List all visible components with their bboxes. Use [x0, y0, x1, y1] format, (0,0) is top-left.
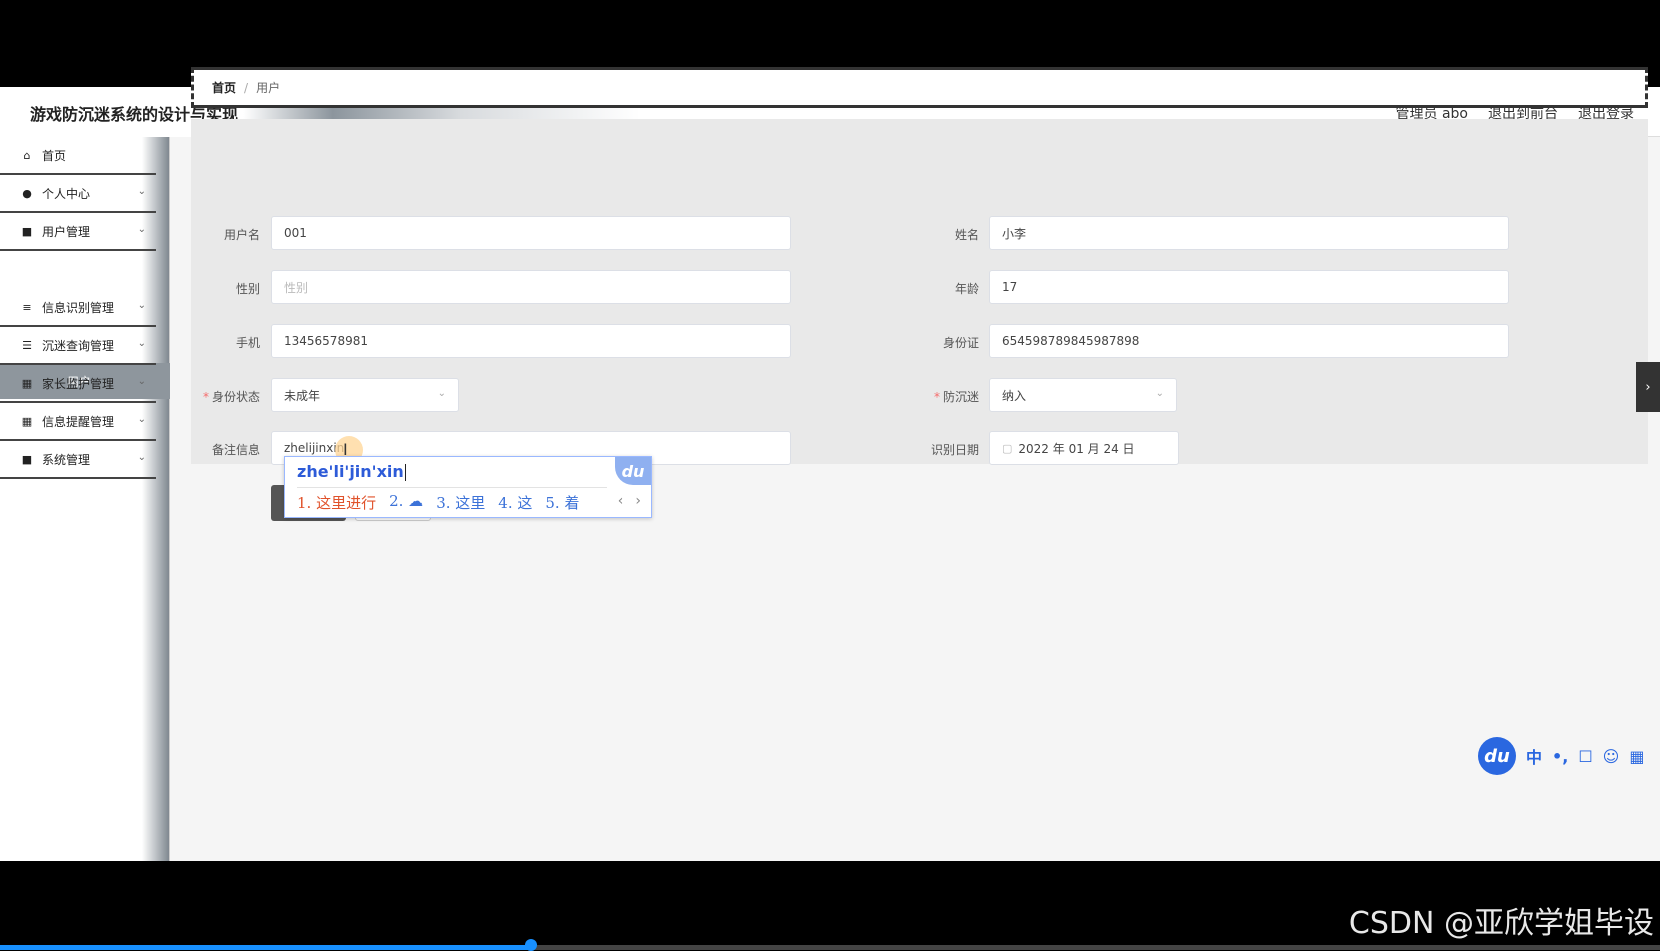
phone-input[interactable]: 13456578981 — [271, 324, 791, 358]
sidebar-item-label: 系统管理 — [42, 452, 91, 467]
chevron-down-icon: ⌄ — [137, 186, 146, 197]
ime-candidate-popup: zhe'li'jin'xin du 1. 这里进行 2. ☁ 3. 这里 4. … — [284, 456, 652, 518]
anti-addiction-select-value: 纳入 — [1002, 388, 1027, 403]
status-select-value: 未成年 — [284, 388, 321, 403]
video-progress-fill — [0, 945, 532, 950]
idcard-input[interactable]: 654598789845987898 — [989, 324, 1509, 358]
idcard-label: 身份证 — [942, 336, 979, 350]
breadcrumb: 首页 / 用户 — [191, 67, 1648, 108]
ime-chinese-mode-icon[interactable]: 中 — [1526, 744, 1542, 768]
gender-label: 性别 — [235, 282, 260, 296]
ime-user-icon[interactable]: ☺ — [1603, 747, 1620, 766]
name-input[interactable]: 小李 — [989, 216, 1509, 250]
grid-icon: ▦ — [21, 414, 33, 428]
ime-candidate[interactable]: 3. 这里 — [436, 492, 485, 513]
ime-composition-text: zhe'li'jin'xin — [297, 462, 404, 481]
chevron-left-icon[interactable]: ‹ — [618, 493, 624, 509]
ime-toolbar-logo-icon[interactable]: du — [1478, 737, 1516, 775]
sidebar-item-user-management[interactable]: ■ 用户管理 ⌄ — [0, 213, 156, 251]
username-input[interactable]: 001 — [271, 216, 791, 250]
sidebar-item-label: 沉迷查询管理 — [42, 338, 115, 353]
age-label: 年龄 — [954, 282, 979, 296]
date-picker[interactable]: ▢ 2022 年 01 月 24 日 — [989, 431, 1179, 465]
sidebar-item-info-recognition[interactable]: ≡ 信息识别管理 ⌄ — [0, 289, 156, 327]
ime-candidate-list: 1. 这里进行 2. ☁ 3. 这里 4. 这 5. 着 — [297, 492, 579, 513]
sidebar-item-label: 个人中心 — [42, 186, 91, 201]
ime-punctuation-icon[interactable]: •, — [1552, 747, 1568, 766]
ime-logo-icon: du — [615, 457, 651, 485]
anti-addiction-select[interactable]: 纳入 ⌄ — [989, 378, 1177, 412]
age-input[interactable]: 17 — [989, 270, 1509, 304]
sidebar-item-label: 首页 — [42, 148, 67, 163]
person-icon: ● — [22, 186, 32, 200]
side-expand-tab[interactable]: › — [1636, 362, 1660, 412]
status-label: * 身份状态 — [160, 388, 260, 405]
calendar-icon: ▢ — [1002, 441, 1013, 455]
sidebar-item-home[interactable]: ⌂ 首页 — [0, 137, 156, 175]
chevron-down-icon: ⌄ — [137, 452, 146, 463]
sliders-icon: ☰ — [22, 338, 32, 352]
anti-addiction-label-text: 防沉迷 — [942, 390, 979, 404]
sidebar-item-label: 家长监护管理 — [42, 376, 115, 391]
home-icon: ⌂ — [23, 148, 31, 162]
sidebar-item-label: 用户管理 — [42, 224, 91, 239]
chevron-down-icon: ⌄ — [137, 376, 146, 387]
anti-addiction-label: * 防沉迷 — [879, 388, 979, 405]
sidebar-item-label: 信息识别管理 — [42, 300, 115, 315]
chevron-down-icon: ⌄ — [137, 224, 146, 235]
ime-candidate[interactable]: 2. ☁ — [389, 492, 423, 513]
list-icon: ≡ — [22, 300, 32, 314]
sidebar-item-addiction-query[interactable]: ☰ 沉迷查询管理 ⌄ — [0, 327, 156, 365]
user-manage-icon: ■ — [21, 224, 33, 238]
chevron-down-icon: ⌄ — [137, 414, 146, 425]
ime-divider — [297, 487, 607, 488]
ime-candidate[interactable]: 5. 着 — [545, 492, 579, 513]
chevron-right-icon[interactable]: › — [635, 493, 641, 509]
date-label: 识别日期 — [930, 443, 979, 457]
name-label: 姓名 — [954, 228, 979, 242]
ime-page-nav: ‹ › — [618, 493, 641, 509]
phone-label: 手机 — [235, 336, 260, 350]
date-picker-value: 2022 年 01 月 24 日 — [1018, 441, 1135, 456]
remark-label: 备注信息 — [211, 443, 260, 457]
breadcrumb-separator: / — [244, 80, 249, 95]
watermark: CSDN @亚欣学姐毕设 — [1348, 906, 1654, 941]
chevron-down-icon: ⌄ — [137, 338, 146, 349]
sidebar-item-info-reminder[interactable]: ▦ 信息提醒管理 ⌄ — [0, 403, 156, 441]
chevron-down-icon: ⌄ — [137, 300, 146, 311]
status-select[interactable]: 未成年 ⌄ — [271, 378, 459, 412]
required-mark: * — [202, 390, 209, 404]
chevron-down-icon: ⌄ — [1155, 388, 1164, 399]
ime-grid-icon[interactable]: ▦ — [1629, 747, 1644, 766]
breadcrumb-home[interactable]: 首页 — [212, 79, 236, 96]
sidebar-item-label: 信息提醒管理 — [42, 414, 115, 429]
ime-toolbar: du 中 •, ☐ ☺ ▦ — [1478, 737, 1644, 775]
sidebar-item-parental-monitor[interactable]: ▦ 家长监护管理 ⌄ — [0, 365, 156, 403]
video-progress-bar[interactable] — [0, 945, 1660, 950]
sidebar: ⌂ 首页 ● 个人中心 ⌄ ■ 用户管理 ⌄ 用户 ≡ 信息识别管理 ⌄ ☰ 沉… — [0, 137, 170, 861]
ime-candidate[interactable]: 4. 这 — [498, 492, 532, 513]
sidebar-item-system-management[interactable]: ■ 系统管理 ⌄ — [0, 441, 156, 479]
username-label: 用户名 — [223, 228, 260, 242]
grid-icon: ▦ — [21, 376, 33, 390]
chevron-down-icon: ⌄ — [437, 388, 446, 399]
ime-keyboard-icon[interactable]: ☐ — [1578, 747, 1592, 766]
database-icon: ■ — [21, 452, 33, 466]
status-label-text: 身份状态 — [211, 390, 260, 404]
gender-input[interactable]: 性别 — [271, 270, 791, 304]
ime-candidate[interactable]: 1. 这里进行 — [297, 492, 376, 513]
breadcrumb-current: 用户 — [256, 81, 281, 95]
sidebar-item-personal-center[interactable]: ● 个人中心 ⌄ — [0, 175, 156, 213]
required-mark: * — [933, 390, 940, 404]
